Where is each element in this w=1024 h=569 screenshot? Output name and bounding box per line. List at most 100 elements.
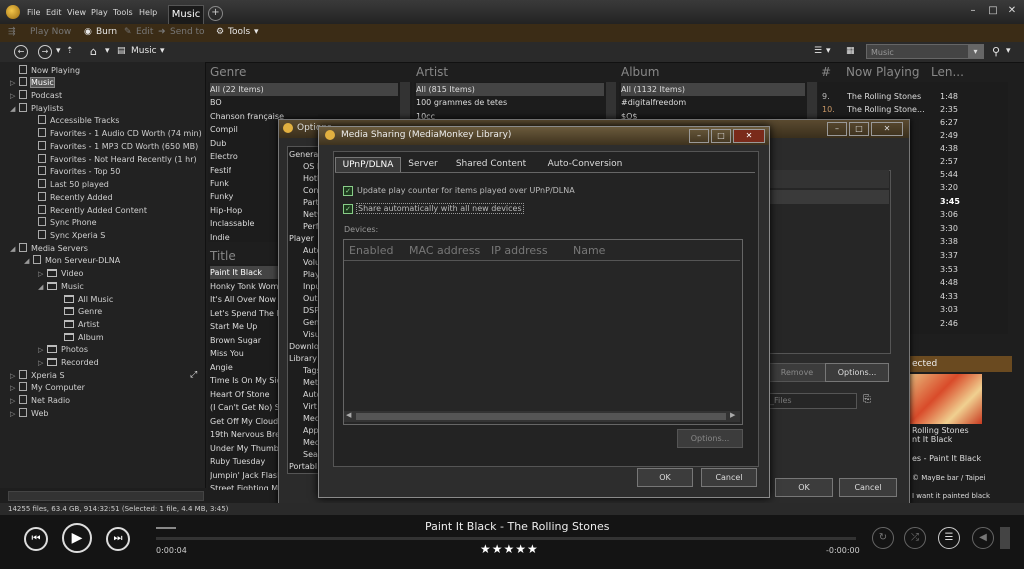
back-icon[interactable]: ← (14, 45, 28, 59)
tree-item-web[interactable]: ▷ Web (10, 408, 48, 420)
tree-item-podcast[interactable]: ▷ Podcast (10, 90, 62, 102)
tree-item-media-servers[interactable]: ◢ Media Servers (10, 243, 88, 255)
remove-button[interactable]: Remove (767, 363, 827, 382)
tree-item-playlists[interactable]: ◢ Playlists (10, 103, 64, 115)
np-title[interactable]: The Rolling Stones (847, 90, 921, 103)
burn-button[interactable]: Burn (96, 27, 117, 37)
table-row[interactable]: Start Me Up (210, 320, 278, 333)
menu-file[interactable]: File (27, 8, 40, 17)
list-item[interactable]: Chanson française (210, 110, 284, 123)
location-label[interactable]: Music (131, 46, 157, 56)
tree-item-album[interactable]: Album (64, 332, 104, 344)
col-mac-address[interactable]: MAC address (409, 244, 480, 257)
tools-icon[interactable]: ⚙ (216, 27, 224, 37)
np-num-header[interactable]: # (821, 64, 831, 80)
tree-item-playlist[interactable]: Favorites - Top 50 (38, 166, 120, 178)
volume-slider[interactable] (1000, 527, 1010, 549)
ok-button[interactable]: OK (775, 478, 833, 497)
table-row[interactable]: Brown Sugar (210, 334, 278, 347)
album-header[interactable]: Album (621, 64, 659, 80)
tree-item-artist[interactable]: Artist (64, 319, 99, 331)
table-row[interactable]: Ruby Tuesday (210, 455, 278, 468)
table-row[interactable]: Jumpin' Jack Flash (210, 469, 278, 482)
send-to-icon[interactable]: ➜ (158, 27, 166, 37)
devices-options-button[interactable]: Options... (677, 429, 743, 448)
maximize-icon[interactable]: □ (849, 122, 869, 136)
scroll-right-icon[interactable]: ▶ (730, 411, 735, 419)
options-list-row[interactable] (769, 190, 889, 204)
list-item[interactable]: Dub (210, 137, 226, 150)
menu-help[interactable]: Help (139, 8, 157, 17)
maximize-icon[interactable]: □ (986, 5, 1000, 17)
play-icon[interactable]: ▶ (62, 523, 92, 553)
expand-arrows-icon[interactable]: ⤢ (190, 370, 197, 380)
list-item[interactable]: All (1132 Items) (621, 83, 805, 96)
tree-item-net-radio[interactable]: ▷ Net Radio (10, 395, 70, 407)
list-item[interactable]: Compil (210, 123, 238, 136)
menu-tools[interactable]: Tools (113, 8, 133, 17)
nav-item[interactable]: Portabl (289, 460, 317, 473)
up-level-icon[interactable]: ⇡ (66, 46, 74, 56)
playlist-icon[interactable]: ☰ (938, 527, 960, 549)
close-icon[interactable]: ✕ (871, 122, 903, 136)
tree-item-photos[interactable]: ▷ Photos (38, 344, 88, 356)
edit-icon[interactable]: ✎ (124, 27, 132, 37)
chevron-down-icon[interactable]: ▾ (254, 27, 259, 37)
table-row[interactable]: Honky Tonk Wome (210, 280, 278, 293)
menu-edit[interactable]: Edit (46, 8, 62, 17)
tree-item-playlist[interactable]: Favorites - 1 MP3 CD Worth (650 MB) (38, 141, 198, 153)
ok-button[interactable]: OK (637, 468, 693, 487)
tree-item-music[interactable]: ▷ Music (10, 77, 55, 89)
share-automatically-checkbox[interactable]: ✓ (343, 204, 353, 214)
list-item[interactable]: All (815 Items) (416, 83, 604, 96)
play-now-icon[interactable]: ⇶ (8, 27, 16, 37)
next-icon[interactable]: ⏭ (106, 527, 130, 551)
list-item[interactable]: Festif (210, 164, 231, 177)
minimize-icon[interactable]: – (966, 5, 980, 17)
files-input[interactable]: _Files (769, 393, 857, 409)
list-item[interactable]: 100 grammes de tetes (416, 96, 507, 109)
table-row[interactable]: It's All Over Now (210, 293, 278, 306)
tab-auto-conversion[interactable]: Auto-Conversion (543, 157, 627, 172)
options-button[interactable]: Options... (825, 363, 889, 382)
table-row[interactable]: Angie (210, 361, 278, 374)
tree-item-playlist[interactable]: Recently Added (38, 192, 113, 204)
forward-icon[interactable]: → (38, 45, 52, 59)
col-ip-address[interactable]: IP address (491, 244, 548, 257)
genre-header[interactable]: Genre (210, 64, 246, 80)
tree-item-playlist[interactable]: Sync Xperia S (38, 230, 105, 242)
file-browse-icon[interactable]: ⎘ (863, 394, 871, 405)
tree-item-playlist[interactable]: Favorites - 1 Audio CD Worth (74 min) (38, 128, 202, 140)
title-header[interactable]: Title (210, 248, 236, 264)
table-row[interactable]: (I Can't Get No) S (210, 401, 278, 414)
close-icon[interactable]: ✕ (733, 129, 765, 143)
seek-bar[interactable] (156, 537, 856, 540)
send-to-button[interactable]: Send to (170, 27, 205, 37)
tree-item-playlist[interactable]: Accessible Tracks (38, 115, 119, 127)
table-row[interactable]: Time Is On My Sid (210, 374, 278, 387)
chevron-down-icon[interactable]: ▾ (1006, 46, 1011, 56)
list-item[interactable]: BO (210, 96, 222, 109)
table-row[interactable]: Heart Of Stone (210, 388, 278, 401)
view-list-icon[interactable]: ☰ (814, 46, 822, 56)
list-item[interactable]: Funky (210, 190, 233, 203)
list-item[interactable]: Funk (210, 177, 229, 190)
home-icon[interactable]: ⌂ (90, 45, 97, 58)
cancel-button[interactable]: Cancel (839, 478, 897, 497)
tree-item-playlist[interactable]: Sync Phone (38, 217, 97, 229)
repeat-icon[interactable]: ↻ (872, 527, 894, 549)
chevron-down-icon[interactable]: ▾ (56, 46, 61, 56)
tab-server[interactable]: Server (403, 157, 443, 172)
tab-shared-content[interactable]: Shared Content (451, 157, 531, 172)
update-play-counter-checkbox[interactable]: ✓ (343, 186, 353, 196)
list-item[interactable]: Hip-Hop (210, 204, 242, 217)
search-input[interactable]: Music (866, 44, 984, 59)
tree-item-playlist[interactable]: Favorites - Not Heard Recently (1 hr) (38, 154, 197, 166)
table-row[interactable]: Paint It Black (210, 266, 278, 279)
tree-item-server-music[interactable]: ◢ Music (38, 281, 84, 293)
now-playing-header[interactable]: Now Playing (846, 64, 920, 80)
tree-item-playlist[interactable]: Recently Added Content (38, 205, 147, 217)
tree-scrollbar[interactable] (8, 491, 204, 501)
chevron-down-icon[interactable]: ▾ (160, 46, 165, 56)
rating-stars[interactable]: ★★★★★ (480, 542, 539, 556)
